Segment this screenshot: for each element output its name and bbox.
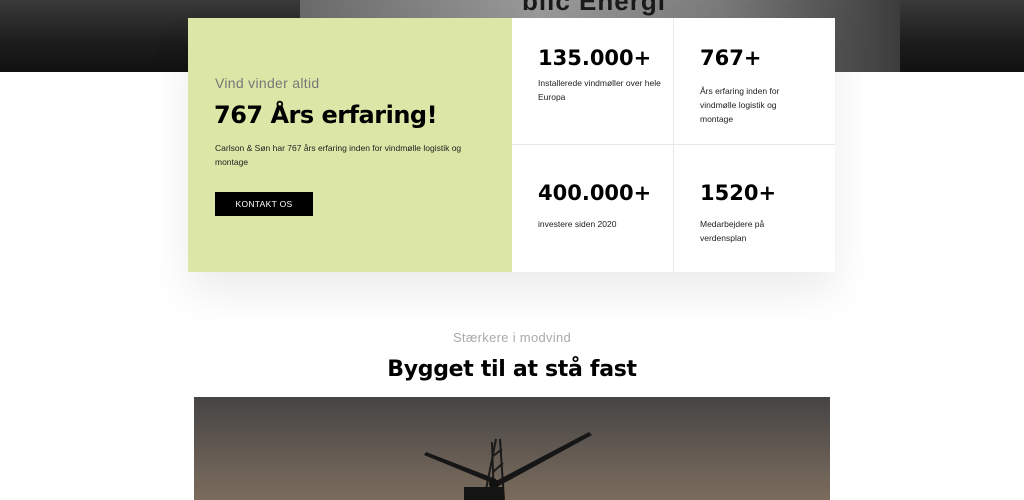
intro-text: Carlson & Søn har 767 års erfaring inden… (215, 143, 462, 167)
stats-card: Vind vinder altid 767 Års erfaring! Carl… (188, 18, 835, 272)
intro-subtitle: Vind vinder altid (215, 75, 320, 91)
stat-number: 767+ (700, 46, 762, 70)
stat-label: investere siden 2020 (538, 219, 617, 229)
section-title: Bygget til at stå fast (387, 357, 637, 382)
stat-label: Medarbejdere på verdensplan (700, 219, 765, 243)
intro-title: 767 Års erfaring! (214, 101, 438, 129)
building-sign-text: blic Energi (522, 0, 666, 16)
stat-label: Års erfaring inden for vindmølle logisti… (700, 86, 780, 124)
stat-installed-turbines: 135.000+ Installerede vindmøller over he… (512, 18, 674, 145)
stat-years-experience: 767+ Års erfaring inden for vindmølle lo… (674, 18, 835, 145)
stat-employees: 1520+ Medarbejdere på verdensplan (674, 145, 835, 272)
wind-turbine-image (194, 397, 830, 500)
section-subtitle: Stærkere i modvind (452, 330, 572, 345)
wind-turbine-illustration (424, 432, 592, 500)
stat-number: 400.000+ (538, 181, 652, 205)
intro-panel: Vind vinder altid 767 Års erfaring! Carl… (188, 18, 512, 272)
stat-number: 135.000+ (538, 46, 652, 70)
stat-number: 1520+ (700, 181, 777, 205)
stat-investments: 400.000+ investere siden 2020 (512, 145, 674, 272)
stat-label: Installerede vindmøller over hele Europa (538, 78, 661, 102)
contact-button[interactable]: KONTAKT OS (215, 192, 313, 216)
